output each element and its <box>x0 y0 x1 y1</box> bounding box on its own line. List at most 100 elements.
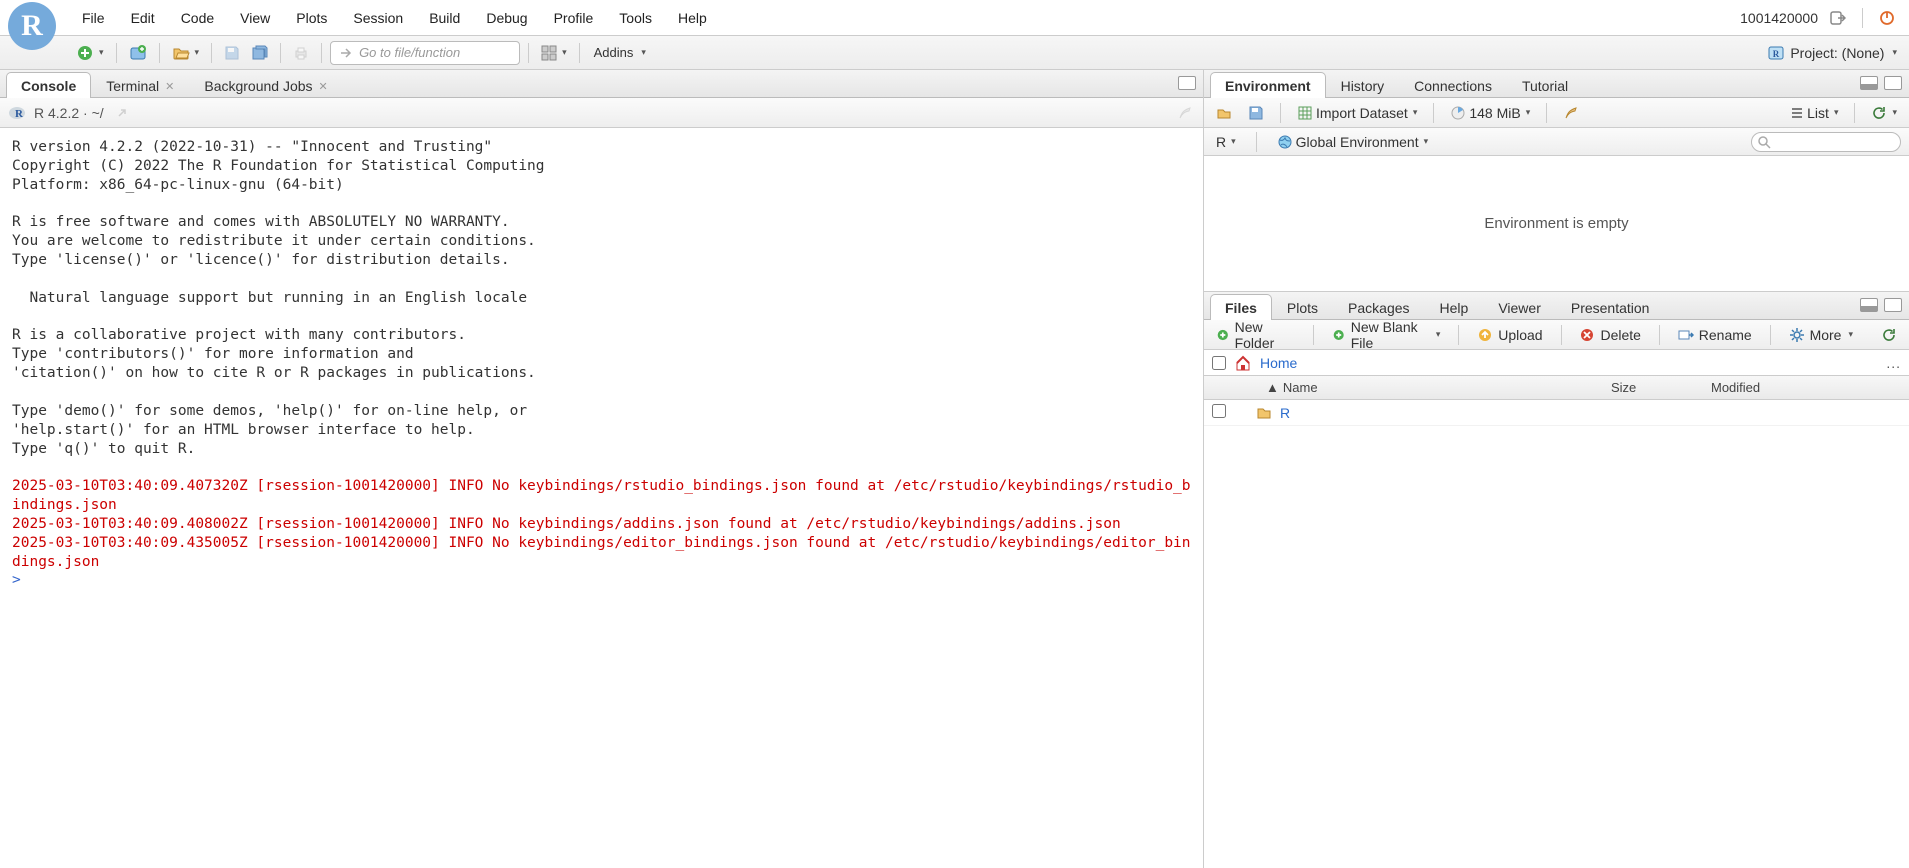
r-version-label: R 4.2.2 · ~/ <box>34 105 104 121</box>
main-toolbar: ▾ ▾ Go to file/function ▾ Addins ▾ R Pro… <box>0 36 1909 70</box>
chevron-down-icon: ▾ <box>1436 329 1441 340</box>
console-tabbar: Console Terminal✕ Background Jobs✕ <box>0 70 1203 98</box>
menu-file[interactable]: File <box>70 4 117 32</box>
breadcrumb-more-icon[interactable]: ... <box>1886 355 1901 371</box>
refresh-button[interactable]: ▾ <box>1867 102 1901 124</box>
r-lang-icon: R <box>8 104 26 122</box>
home-icon[interactable] <box>1234 354 1252 372</box>
console-subbar: R R 4.2.2 · ~/ <box>0 98 1203 128</box>
open-file-button[interactable]: ▾ <box>168 41 204 65</box>
project-label: Project: (None) <box>1790 45 1884 61</box>
memory-usage-button[interactable]: 148 MiB▾ <box>1446 102 1534 124</box>
pane-maximize-icon[interactable] <box>1883 73 1903 93</box>
col-modified[interactable]: Modified <box>1711 380 1901 395</box>
close-icon[interactable]: ✕ <box>319 80 328 93</box>
env-scope-menu[interactable]: Global Environment▾ <box>1273 131 1432 153</box>
clear-objects-button[interactable] <box>1559 102 1583 124</box>
environment-scope-bar: R▾ Global Environment▾ <box>1204 128 1909 156</box>
refresh-files-button[interactable] <box>1877 324 1901 346</box>
chevron-down-icon: ▾ <box>1413 107 1418 118</box>
chevron-down-icon: ▾ <box>641 47 646 58</box>
close-icon[interactable]: ✕ <box>165 80 174 93</box>
clear-console-icon[interactable] <box>1175 103 1195 123</box>
menu-plots[interactable]: Plots <box>284 4 339 32</box>
tab-packages[interactable]: Packages <box>1333 294 1424 320</box>
new-folder-button[interactable]: New Folder <box>1212 317 1299 353</box>
workspace-panes-button[interactable]: ▾ <box>537 42 571 64</box>
pane-minimize-icon[interactable] <box>1177 73 1197 93</box>
logout-icon[interactable] <box>1828 8 1848 28</box>
import-dataset-button[interactable]: Import Dataset▾ <box>1293 102 1421 124</box>
save-workspace-button[interactable] <box>1244 102 1268 124</box>
tab-tutorial[interactable]: Tutorial <box>1507 72 1583 98</box>
save-button[interactable] <box>220 42 244 64</box>
rename-button[interactable]: Rename <box>1674 325 1756 345</box>
separator <box>1770 325 1771 345</box>
separator <box>1862 8 1863 28</box>
env-lang-menu[interactable]: R▾ <box>1212 131 1240 153</box>
tab-presentation[interactable]: Presentation <box>1556 294 1665 320</box>
menu-edit[interactable]: Edit <box>119 4 167 32</box>
tab-files[interactable]: Files <box>1210 294 1272 320</box>
separator <box>211 43 212 63</box>
row-checkbox[interactable] <box>1212 404 1226 418</box>
goto-file-function-input[interactable]: Go to file/function <box>330 41 520 65</box>
separator <box>321 43 322 63</box>
separator <box>1546 103 1547 123</box>
new-file-button[interactable]: ▾ <box>72 41 108 65</box>
print-button[interactable] <box>289 42 313 64</box>
select-all-checkbox[interactable] <box>1212 356 1226 370</box>
tab-terminal[interactable]: Terminal✕ <box>91 72 189 98</box>
pane-maximize-icon[interactable] <box>1883 295 1903 315</box>
breadcrumb-home[interactable]: Home <box>1260 355 1297 371</box>
files-toolbar: New Folder New Blank File▾ Upload Delete <box>1204 320 1909 350</box>
col-name[interactable]: ▲Name <box>1236 380 1611 395</box>
separator <box>159 43 160 63</box>
menu-profile[interactable]: Profile <box>542 4 606 32</box>
pane-collapse-icon[interactable] <box>1859 73 1879 93</box>
arrow-right-icon <box>339 46 353 60</box>
save-all-button[interactable] <box>248 42 272 64</box>
console-prompt: > <box>12 572 21 588</box>
files-breadcrumb: Home ... <box>1204 350 1909 376</box>
tab-help[interactable]: Help <box>1425 294 1484 320</box>
menu-help[interactable]: Help <box>666 4 719 32</box>
menu-view[interactable]: View <box>228 4 282 32</box>
tab-environment[interactable]: Environment <box>1210 72 1326 98</box>
addins-menu[interactable]: Addins ▾ <box>588 45 652 60</box>
environment-search-input[interactable] <box>1751 132 1901 152</box>
file-row[interactable]: R <box>1204 400 1909 426</box>
menu-debug[interactable]: Debug <box>474 4 539 32</box>
tab-background-jobs[interactable]: Background Jobs✕ <box>189 72 342 98</box>
popup-icon[interactable] <box>112 103 132 123</box>
menu-tools[interactable]: Tools <box>607 4 664 32</box>
new-project-button[interactable] <box>125 41 151 65</box>
tab-console[interactable]: Console <box>6 72 91 98</box>
console-output[interactable]: R version 4.2.2 (2022-10-31) -- "Innocen… <box>0 128 1203 868</box>
menu-session[interactable]: Session <box>341 4 415 32</box>
environment-pane: Environment History Connections Tutorial <box>1204 70 1909 292</box>
chevron-down-icon: ▾ <box>1424 136 1429 147</box>
new-blank-file-button[interactable]: New Blank File▾ <box>1328 317 1444 353</box>
power-icon[interactable] <box>1877 8 1897 28</box>
tab-history[interactable]: History <box>1326 72 1400 98</box>
more-button[interactable]: More▾ <box>1785 325 1857 345</box>
menu-code[interactable]: Code <box>169 4 226 32</box>
view-mode-menu[interactable]: List▾ <box>1786 102 1842 124</box>
menu-build[interactable]: Build <box>417 4 472 32</box>
load-workspace-button[interactable] <box>1212 102 1236 124</box>
gear-icon <box>1789 327 1805 343</box>
upload-button[interactable]: Upload <box>1473 325 1546 345</box>
delete-button[interactable]: Delete <box>1575 325 1644 345</box>
tab-plots[interactable]: Plots <box>1272 294 1333 320</box>
chevron-down-icon: ▾ <box>1892 107 1897 118</box>
project-menu[interactable]: R Project: (None) ▾ <box>1768 45 1901 61</box>
tab-viewer[interactable]: Viewer <box>1483 294 1556 320</box>
environment-search[interactable] <box>1751 132 1901 152</box>
globe-icon <box>1277 134 1293 150</box>
col-size[interactable]: Size <box>1611 380 1711 395</box>
separator <box>1280 103 1281 123</box>
file-name[interactable]: R <box>1280 405 1290 421</box>
tab-connections[interactable]: Connections <box>1399 72 1507 98</box>
pane-collapse-icon[interactable] <box>1859 295 1879 315</box>
